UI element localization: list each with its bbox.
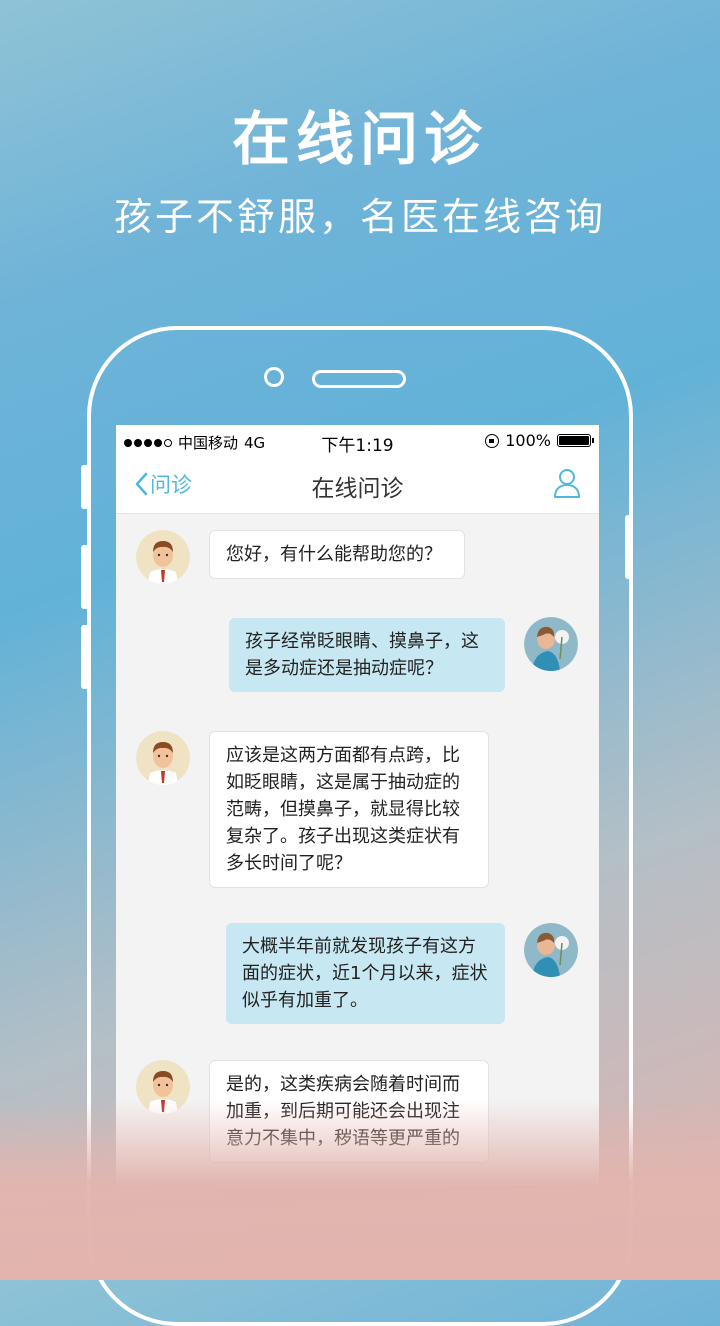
status-bar: 中国移动 4G 下午1:19 100% [116,425,599,457]
user-message-bubble: 孩子经常眨眼睛、摸鼻子，这是多动症还是抽动症呢？ [229,618,505,692]
doctor-message-bubble: 您好，有什么能帮助您的？ [209,530,465,579]
bottom-fade-overlay [0,1100,720,1280]
doctor-avatar[interactable] [136,731,190,785]
nav-bar: 问诊 在线问诊 [116,457,599,514]
person-icon [554,469,580,498]
phone-camera [264,367,284,387]
phone-side-button [81,465,89,509]
promo-subline: 孩子不舒服，名医在线咨询 [113,195,606,239]
battery-percent: 100% [505,431,551,450]
user-message-bubble: 大概半年前就发现孩子有这方面的症状，近1个月以来，症状似乎有加重了。 [226,923,505,1024]
battery-icon [557,434,594,447]
user-avatar[interactable] [524,923,578,977]
phone-volume-up [81,545,89,609]
page-title: 在线问诊 [311,476,404,502]
doctor-avatar[interactable] [136,530,190,584]
phone-speaker [312,370,406,388]
phone-power-button [625,515,633,579]
app-screen: 中国移动 4G 下午1:19 100% 问诊 在线问诊 您好，有什么能帮助您的？… [116,425,599,1185]
phone-volume-down [81,625,89,689]
profile-button[interactable] [553,467,581,503]
doctor-message-bubble: 应该是这两方面都有点跨，比如眨眼睛，这是属于抽动症的范畴，但摸鼻子，就显得比较复… [209,731,489,888]
rotation-lock-icon [485,433,500,448]
promo-headline: 在线问诊 [231,105,488,173]
user-avatar[interactable] [524,617,578,671]
